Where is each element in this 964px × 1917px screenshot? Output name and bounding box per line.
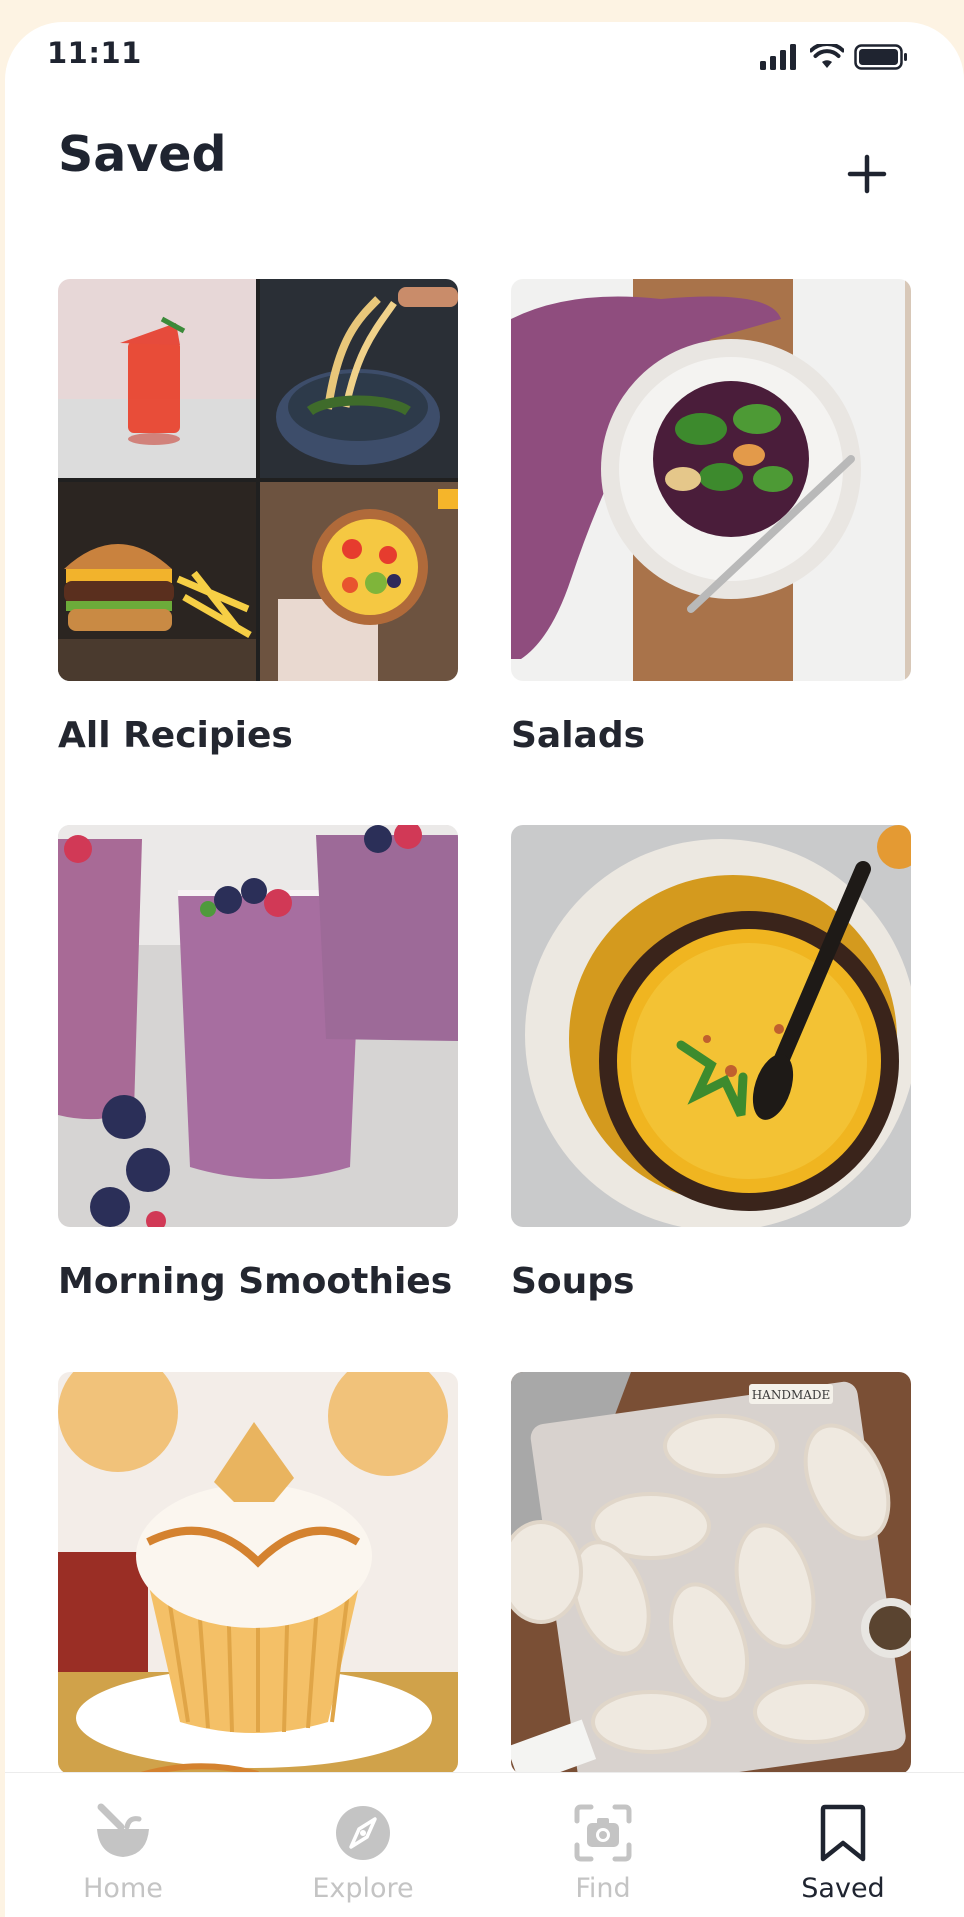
tab-saved[interactable]: Saved	[743, 1773, 943, 1917]
wifi-icon	[810, 44, 844, 68]
smoothies-photo	[58, 825, 458, 1227]
tab-label: Find	[575, 1873, 631, 1904]
status-time: 11:11	[47, 36, 142, 70]
collection-label: All Recipies	[58, 715, 293, 756]
battery-icon	[854, 44, 907, 70]
tab-label: Home	[83, 1873, 163, 1904]
collection-card-salads[interactable]: Salads	[511, 279, 911, 756]
bookmark-icon	[820, 1804, 866, 1862]
app-screen: 11:11 Saved All Recipies Salads Morning …	[5, 22, 964, 1917]
plus-icon	[847, 154, 887, 194]
tab-find[interactable]: Find	[503, 1773, 703, 1917]
collection-label: Morning Smoothies	[58, 1261, 453, 1302]
status-bar: 11:11	[5, 22, 964, 92]
collection-label: Salads	[511, 715, 646, 756]
handmade-label: HANDMADE	[752, 1388, 831, 1402]
tab-home[interactable]: Home	[23, 1773, 223, 1917]
collection-card-desserts[interactable]	[58, 1372, 458, 1774]
tab-label: Explore	[312, 1873, 414, 1904]
bottom-tab-bar: Home Explore Find Saved	[5, 1772, 964, 1917]
salads-photo	[511, 279, 911, 681]
collection-card-soups[interactable]: Soups	[511, 825, 911, 1302]
bowl-icon	[97, 1803, 149, 1857]
cupcake-photo	[58, 1372, 458, 1774]
add-collection-button[interactable]	[839, 146, 895, 202]
all-recipes-collage	[58, 279, 458, 681]
scan-camera-icon	[574, 1804, 632, 1862]
collection-card-all-recipes[interactable]: All Recipies	[58, 279, 458, 756]
tab-explore[interactable]: Explore	[263, 1773, 463, 1917]
page-title: Saved	[58, 126, 227, 183]
soups-photo	[511, 825, 911, 1227]
tab-label: Saved	[801, 1873, 885, 1904]
cellular-signal-icon	[760, 44, 796, 70]
status-icons	[760, 42, 908, 72]
collection-card-dumplings[interactable]: HANDMADE	[511, 1372, 911, 1774]
compass-icon	[336, 1806, 390, 1860]
collection-card-morning-smoothies[interactable]: Morning Smoothies	[58, 825, 458, 1302]
collection-label: Soups	[511, 1261, 635, 1302]
dumplings-photo: HANDMADE	[511, 1372, 911, 1774]
